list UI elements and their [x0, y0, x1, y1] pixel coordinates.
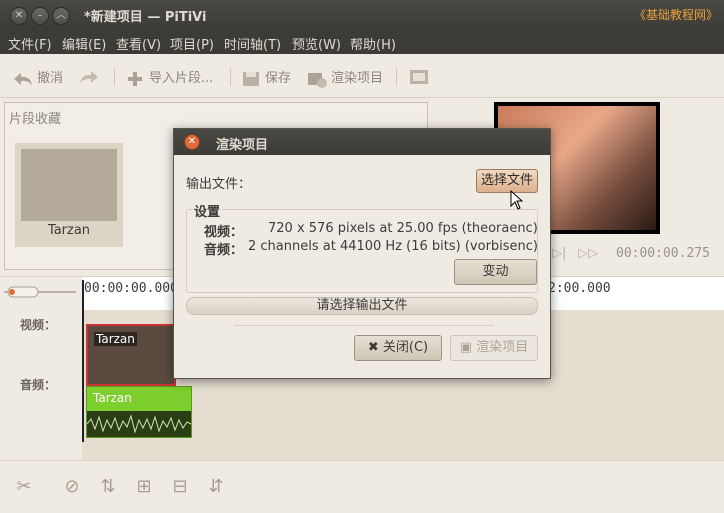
- close-button-label: 关闭(C): [382, 340, 429, 355]
- redo-icon: [80, 71, 98, 83]
- unlink-icon[interactable]: ⇅: [96, 475, 120, 499]
- audio-clip[interactable]: Tarzan: [86, 386, 192, 438]
- render-dialog: ✕ 渲染项目 输出文件： 选择文件 设置 视频： 720 x 576 pixel…: [173, 128, 551, 379]
- film-icon: [410, 70, 428, 84]
- pitivi-window: ✕ – ︿ *新建项目 — PiTiVi 《基础教程网》 文件(F) 编辑(E)…: [0, 0, 724, 513]
- render-icon: [308, 72, 327, 88]
- menu-edit[interactable]: 编辑(E): [62, 34, 106, 53]
- render-small-icon: ▣: [459, 340, 473, 355]
- title-bar: ✕ – ︿ *新建项目 — PiTiVi 《基础教程网》: [0, 0, 724, 30]
- toolbar-separator: [396, 68, 397, 86]
- audio-setting-row: 音频： 2 channels at 44100 Hz (16 bits) (vo…: [204, 239, 538, 258]
- dialog-close-icon[interactable]: ✕: [184, 134, 200, 150]
- render-button[interactable]: ▣ 渲染项目: [450, 335, 538, 361]
- add-icon: [128, 71, 142, 86]
- video-clip-name: Tarzan: [94, 332, 137, 346]
- audio-track-label: 音频：: [20, 378, 57, 392]
- disable-icon[interactable]: ⊘: [60, 475, 84, 499]
- close-window-icon[interactable]: ✕: [10, 7, 28, 25]
- video-setting-key: 视频：: [204, 225, 244, 240]
- dialog-title: 渲染项目: [216, 138, 269, 153]
- toolbar: 撤消 导入片段... 保存 渲染项目: [0, 56, 724, 98]
- audio-setting-key: 音频：: [204, 243, 244, 258]
- dialog-title-bar: ✕ 渲染项目: [174, 129, 550, 155]
- minimize-window-icon[interactable]: –: [31, 7, 49, 25]
- close-dialog-button[interactable]: ✖ 关闭(C): [354, 335, 442, 361]
- clip-name: Tarzan: [47, 223, 91, 238]
- video-track-label: 视频：: [20, 318, 57, 332]
- ungroup-icon[interactable]: ⊟: [168, 475, 192, 499]
- group-icon[interactable]: ⇵: [204, 475, 228, 499]
- viewer-timecode: 00:00:00.275: [616, 246, 710, 261]
- menu-help[interactable]: 帮助(H): [350, 34, 396, 53]
- settings-title: 设置: [192, 201, 223, 220]
- menu-view[interactable]: 查看(V): [116, 34, 161, 53]
- video-setting-row: 视频： 720 x 576 pixels at 25.00 fps (theor…: [204, 221, 538, 240]
- clip-library-title: 片段收藏: [9, 112, 62, 127]
- mouse-cursor-icon: [510, 190, 524, 210]
- render-progress-bar: 请选择输出文件: [186, 297, 538, 315]
- render-project-button[interactable]: 渲染项目: [306, 67, 383, 89]
- previous-icon[interactable]: ▷|: [552, 246, 566, 261]
- undo-button[interactable]: 撤消: [12, 67, 63, 89]
- forward-icon[interactable]: ▷▷: [578, 246, 598, 261]
- undo-icon: [14, 72, 32, 85]
- video-setting-value: 720 x 576 pixels at 25.00 fps (theoraenc…: [268, 221, 538, 236]
- close-x-icon: ✖: [367, 340, 379, 355]
- split-icon[interactable]: ✂: [12, 475, 36, 499]
- watermark: 《基础教程网》: [633, 8, 718, 22]
- output-file-label: 输出文件：: [186, 177, 252, 192]
- undo-label: 撤消: [37, 71, 64, 86]
- menu-project[interactable]: 项目(P): [170, 34, 214, 53]
- choose-file-button[interactable]: 选择文件: [476, 169, 538, 193]
- playhead[interactable]: [82, 280, 84, 442]
- audio-waveform: [87, 411, 191, 437]
- fullscreen-button[interactable]: [408, 67, 433, 87]
- toolbar-separator: [114, 68, 115, 86]
- zoom-slider[interactable]: [4, 286, 76, 298]
- menu-preview[interactable]: 预览(W): [292, 34, 341, 53]
- menu-bar: 文件(F) 编辑(E) 查看(V) 项目(P) 时间轴(T) 预览(W) 帮助(…: [0, 30, 724, 54]
- menu-file[interactable]: 文件(F): [8, 34, 52, 53]
- ruler-start-timecode: 00:00:00.000: [84, 281, 178, 296]
- save-button[interactable]: 保存: [240, 67, 291, 89]
- window-title: *新建项目 — PiTiVi: [84, 10, 207, 25]
- audio-clip-name: Tarzan: [93, 391, 132, 405]
- save-icon: [243, 71, 259, 86]
- toolbar-separator: [230, 68, 231, 86]
- video-clip[interactable]: Tarzan: [86, 324, 176, 386]
- render-label: 渲染项目: [331, 71, 384, 86]
- library-clip[interactable]: Tarzan: [15, 143, 123, 247]
- maximize-window-icon[interactable]: ︿: [52, 7, 70, 25]
- audio-setting-value: 2 channels at 44100 Hz (16 bits) (vorbis…: [248, 239, 539, 254]
- import-clips-button[interactable]: 导入片段...: [124, 67, 213, 89]
- link-icon[interactable]: ⊞: [132, 475, 156, 499]
- render-button-label: 渲染项目: [476, 340, 529, 355]
- timeline-toolbar: ✂ ⊘ ⇅ ⊞ ⊟ ⇵: [0, 460, 724, 513]
- change-settings-button[interactable]: 变动: [454, 259, 537, 285]
- clip-thumbnail: [21, 149, 117, 221]
- menu-timeline[interactable]: 时间轴(T): [224, 34, 281, 53]
- import-label: 导入片段...: [149, 71, 214, 86]
- save-label: 保存: [265, 71, 292, 86]
- redo-button[interactable]: [78, 67, 103, 87]
- dialog-separator: [234, 325, 494, 326]
- ruler-mark-timecode: 2:00.000: [548, 281, 611, 296]
